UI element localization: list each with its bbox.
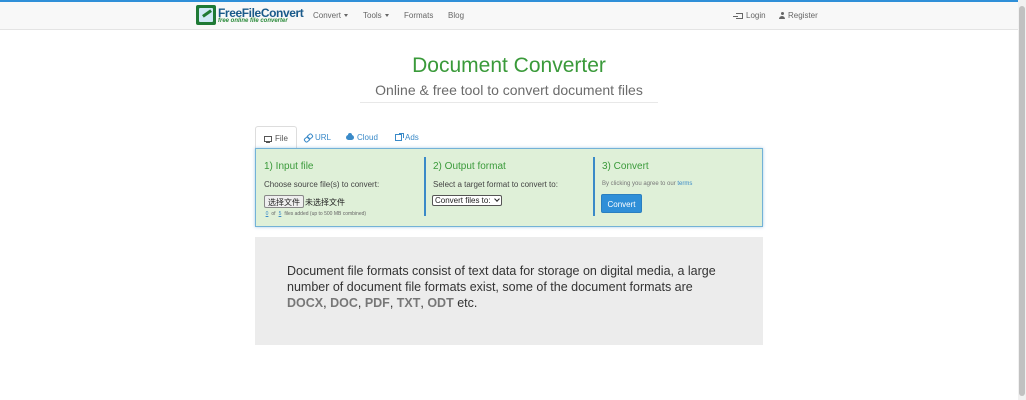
step-input-text: Choose source file(s) to convert: bbox=[264, 180, 380, 189]
files-count-suffix: files added (up to 500 MB combined) bbox=[284, 211, 367, 217]
logo[interactable]: FreeFileConvert free online file convert… bbox=[196, 5, 304, 26]
page-title: Document Converter bbox=[412, 54, 606, 77]
column-divider bbox=[593, 157, 595, 216]
format-separator: , bbox=[357, 296, 365, 310]
title-divider bbox=[360, 102, 658, 103]
tab-url-label: URL bbox=[315, 133, 332, 142]
format-odt: ODT bbox=[427, 296, 454, 310]
info-text-outro: etc. bbox=[457, 296, 478, 310]
tab-ads[interactable]: Ads bbox=[395, 126, 419, 149]
cloud-icon bbox=[346, 133, 354, 141]
external-link-icon bbox=[395, 133, 404, 142]
chevron-down-icon bbox=[493, 196, 500, 202]
format-separator: , bbox=[389, 296, 397, 310]
convert-button[interactable]: Convert bbox=[601, 194, 642, 213]
tab-url[interactable]: URL bbox=[304, 126, 331, 149]
scrollbar-thumb[interactable] bbox=[1019, 6, 1025, 396]
step-output-text: Select a target format to convert to: bbox=[433, 180, 558, 189]
logo-icon bbox=[196, 5, 216, 25]
files-added-count[interactable]: 0 bbox=[264, 211, 270, 217]
tab-file[interactable]: File bbox=[255, 126, 297, 149]
output-format-select[interactable]: Convert files to: bbox=[432, 195, 502, 206]
user-icon bbox=[779, 12, 785, 20]
logo-subtitle: free online file converter bbox=[218, 18, 288, 24]
page-subtitle: Online & free tool to convert document f… bbox=[375, 82, 643, 98]
step-output-title: 2) Output format bbox=[433, 161, 506, 172]
info-text-intro: Document file formats consist of text da… bbox=[287, 264, 716, 294]
files-count-of: of bbox=[271, 211, 276, 217]
tab-cloud-label: Cloud bbox=[357, 133, 378, 142]
sign-in-icon bbox=[733, 12, 743, 19]
format-txt: TXT bbox=[396, 296, 421, 310]
terms-notice: By clicking you agree to our terms bbox=[602, 181, 692, 187]
caret-down-icon bbox=[384, 14, 389, 18]
converter-panel: 1) Input file Choose source file(s) to c… bbox=[255, 148, 763, 227]
tab-ads-label: Ads bbox=[405, 133, 419, 142]
terms-prefix: By clicking you agree to our bbox=[602, 181, 676, 187]
vertical-scrollbar[interactable] bbox=[1018, 0, 1026, 400]
tab-file-label: File bbox=[275, 134, 288, 143]
tab-cloud[interactable]: Cloud bbox=[346, 126, 378, 149]
nav-convert-label: Convert bbox=[313, 11, 342, 20]
navbar: FreeFileConvert free online file convert… bbox=[0, 2, 1018, 30]
format-doc: DOC bbox=[330, 296, 358, 310]
info-text: Document file formats consist of text da… bbox=[287, 263, 735, 311]
nav-blog-link[interactable]: Blog bbox=[448, 11, 464, 20]
nav-tools-label: Tools bbox=[363, 11, 382, 20]
choose-file-button[interactable]: 选择文件 bbox=[264, 195, 304, 208]
format-docx: DOCX bbox=[287, 296, 324, 310]
link-icon bbox=[304, 135, 312, 141]
files-max-count[interactable]: 5 bbox=[277, 211, 283, 217]
nav-register-label: Register bbox=[788, 11, 818, 20]
caret-down-icon bbox=[344, 14, 349, 18]
terms-link[interactable]: terms bbox=[677, 181, 692, 187]
nav-register-link[interactable]: Register bbox=[779, 11, 818, 20]
no-file-chosen-label: 未选择文件 bbox=[305, 198, 345, 207]
format-pdf: PDF bbox=[364, 296, 390, 310]
output-format-value: Convert files to: bbox=[435, 196, 491, 205]
step-input-title: 1) Input file bbox=[264, 161, 314, 172]
nav-tools-dropdown[interactable]: Tools bbox=[363, 11, 389, 20]
info-box: Document file formats consist of text da… bbox=[255, 237, 763, 345]
nav-login-label: Login bbox=[746, 11, 766, 20]
files-count: 0 of 5 files added (up to 500 MB combine… bbox=[264, 211, 366, 217]
source-tabs: File URL Cloud Ads bbox=[255, 126, 763, 149]
nav-login-link[interactable]: Login bbox=[733, 11, 766, 20]
nav-formats-link[interactable]: Formats bbox=[404, 11, 433, 20]
monitor-icon bbox=[264, 135, 272, 143]
nav-convert-dropdown[interactable]: Convert bbox=[313, 11, 349, 20]
column-divider bbox=[424, 157, 426, 216]
step-convert-title: 3) Convert bbox=[602, 161, 649, 172]
